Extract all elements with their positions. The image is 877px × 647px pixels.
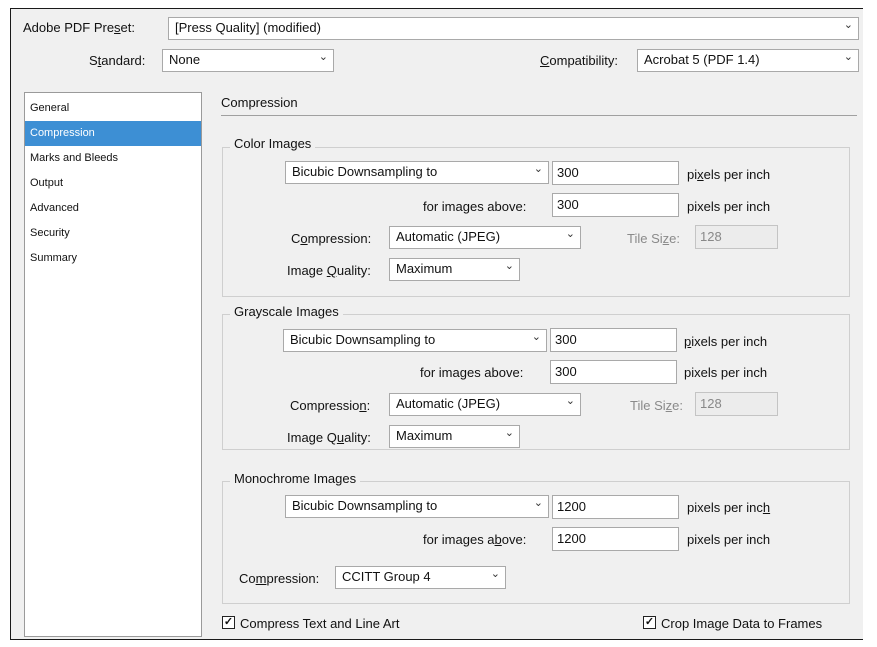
crop-image-checkbox[interactable]: ✓ xyxy=(643,616,656,629)
chevron-down-icon: ⌄ xyxy=(843,19,853,31)
compress-text-checkbox[interactable]: ✓ xyxy=(222,616,235,629)
monochrome-above-label: for images above: xyxy=(423,532,527,547)
grayscale-downsample-select[interactable]: Bicubic Downsampling to ⌄ xyxy=(283,329,547,352)
grayscale-tile-input[interactable]: 128 xyxy=(695,392,778,416)
sidebar-item-marks-and-bleeds[interactable]: Marks and Bleeds xyxy=(25,146,201,171)
sidebar-item-output[interactable]: Output xyxy=(25,171,201,196)
preset-select[interactable]: [Press Quality] (modified) ⌄ xyxy=(168,17,859,40)
panel-title-divider xyxy=(221,115,857,116)
preset-value: [Press Quality] (modified) xyxy=(175,20,321,35)
standard-value: None xyxy=(169,52,201,67)
chevron-down-icon: ⌄ xyxy=(565,395,575,407)
color-quality-select[interactable]: Maximum ⌄ xyxy=(389,258,520,281)
chevron-down-icon: ⌄ xyxy=(843,51,853,63)
color-downsample-select[interactable]: Bicubic Downsampling to ⌄ xyxy=(285,161,549,184)
color-tile-input[interactable]: 128 xyxy=(695,225,778,249)
monochrome-ppi-unit: pixels per inch xyxy=(687,500,771,515)
color-above-input[interactable]: 300 xyxy=(552,193,679,217)
compatibility-select[interactable]: Acrobat 5 (PDF 1.4) ⌄ xyxy=(637,49,859,72)
grayscale-quality-value: Maximum xyxy=(396,428,453,443)
grayscale-ppi-input[interactable]: 300 xyxy=(550,328,677,352)
grayscale-above-unit: pixels per inch xyxy=(684,365,768,380)
panel-title: Compression xyxy=(221,95,298,110)
color-images-title: Color Images xyxy=(230,136,316,151)
color-quality-label: Image Quality: xyxy=(287,263,371,278)
chevron-down-icon: ⌄ xyxy=(533,497,543,509)
monochrome-compression-value: CCITT Group 4 xyxy=(342,569,431,584)
chevron-down-icon: ⌄ xyxy=(504,260,514,272)
chevron-down-icon: ⌄ xyxy=(531,331,541,343)
chevron-down-icon: ⌄ xyxy=(565,228,575,240)
monochrome-compression-select[interactable]: CCITT Group 4 ⌄ xyxy=(335,566,506,589)
monochrome-images-title: Monochrome Images xyxy=(230,471,361,486)
sidebar-item-compression[interactable]: Compression xyxy=(25,121,201,146)
chevron-down-icon: ⌄ xyxy=(490,568,500,580)
color-downsample-value: Bicubic Downsampling to xyxy=(292,164,438,179)
grayscale-quality-select[interactable]: Maximum ⌄ xyxy=(389,425,520,448)
color-compression-value: Automatic (JPEG) xyxy=(396,229,501,244)
color-above-unit: pixels per inch xyxy=(687,199,771,214)
crop-image-label: Crop Image Data to Frames xyxy=(661,616,823,631)
monochrome-above-input[interactable]: 1200 xyxy=(552,527,679,551)
sidebar-item-summary[interactable]: Summary xyxy=(25,246,201,271)
preset-label: Adobe PDF Preset: xyxy=(23,20,136,35)
grayscale-images-title: Grayscale Images xyxy=(230,304,343,319)
grayscale-compression-select[interactable]: Automatic (JPEG) ⌄ xyxy=(389,393,581,416)
compatibility-label: Compatibility: xyxy=(540,53,619,68)
grayscale-compression-label: Compression: xyxy=(290,398,371,413)
sidebar-item-general[interactable]: General xyxy=(25,96,201,121)
grayscale-compression-value: Automatic (JPEG) xyxy=(396,396,501,411)
standard-label: Standard: xyxy=(89,53,146,68)
color-ppi-unit: pixels per inch xyxy=(687,167,771,182)
color-quality-value: Maximum xyxy=(396,261,453,276)
chevron-down-icon: ⌄ xyxy=(504,427,514,439)
checkmark-icon: ✓ xyxy=(223,616,234,628)
grayscale-above-label: for images above: xyxy=(420,365,524,380)
grayscale-above-input[interactable]: 300 xyxy=(550,360,677,384)
chevron-down-icon: ⌄ xyxy=(533,163,543,175)
monochrome-ppi-input[interactable]: 1200 xyxy=(552,495,679,519)
grayscale-ppi-unit: pixels per inch xyxy=(684,334,768,349)
grayscale-quality-label: Image Quality: xyxy=(287,430,371,445)
chevron-down-icon: ⌄ xyxy=(318,51,328,63)
monochrome-downsample-select[interactable]: Bicubic Downsampling to ⌄ xyxy=(285,495,549,518)
color-tile-label: Tile Size: xyxy=(627,231,680,246)
color-compression-label: Compression: xyxy=(291,231,372,246)
monochrome-above-unit: pixels per inch xyxy=(687,532,771,547)
compress-text-label: Compress Text and Line Art xyxy=(240,616,400,631)
grayscale-tile-label: Tile Size: xyxy=(630,398,683,413)
sidebar-item-security[interactable]: Security xyxy=(25,221,201,246)
export-pdf-dialog: Adobe PDF Preset: [Press Quality] (modif… xyxy=(10,8,863,640)
compatibility-value: Acrobat 5 (PDF 1.4) xyxy=(644,52,760,67)
color-compression-select[interactable]: Automatic (JPEG) ⌄ xyxy=(389,226,581,249)
color-above-label: for images above: xyxy=(423,199,527,214)
monochrome-compression-label: Compression: xyxy=(239,571,320,586)
category-list: General Compression Marks and Bleeds Out… xyxy=(24,92,202,637)
checkmark-icon: ✓ xyxy=(644,616,655,628)
grayscale-downsample-value: Bicubic Downsampling to xyxy=(290,332,436,347)
color-ppi-input[interactable]: 300 xyxy=(552,161,679,185)
sidebar-item-advanced[interactable]: Advanced xyxy=(25,196,201,221)
standard-select[interactable]: None ⌄ xyxy=(162,49,334,72)
monochrome-downsample-value: Bicubic Downsampling to xyxy=(292,498,438,513)
